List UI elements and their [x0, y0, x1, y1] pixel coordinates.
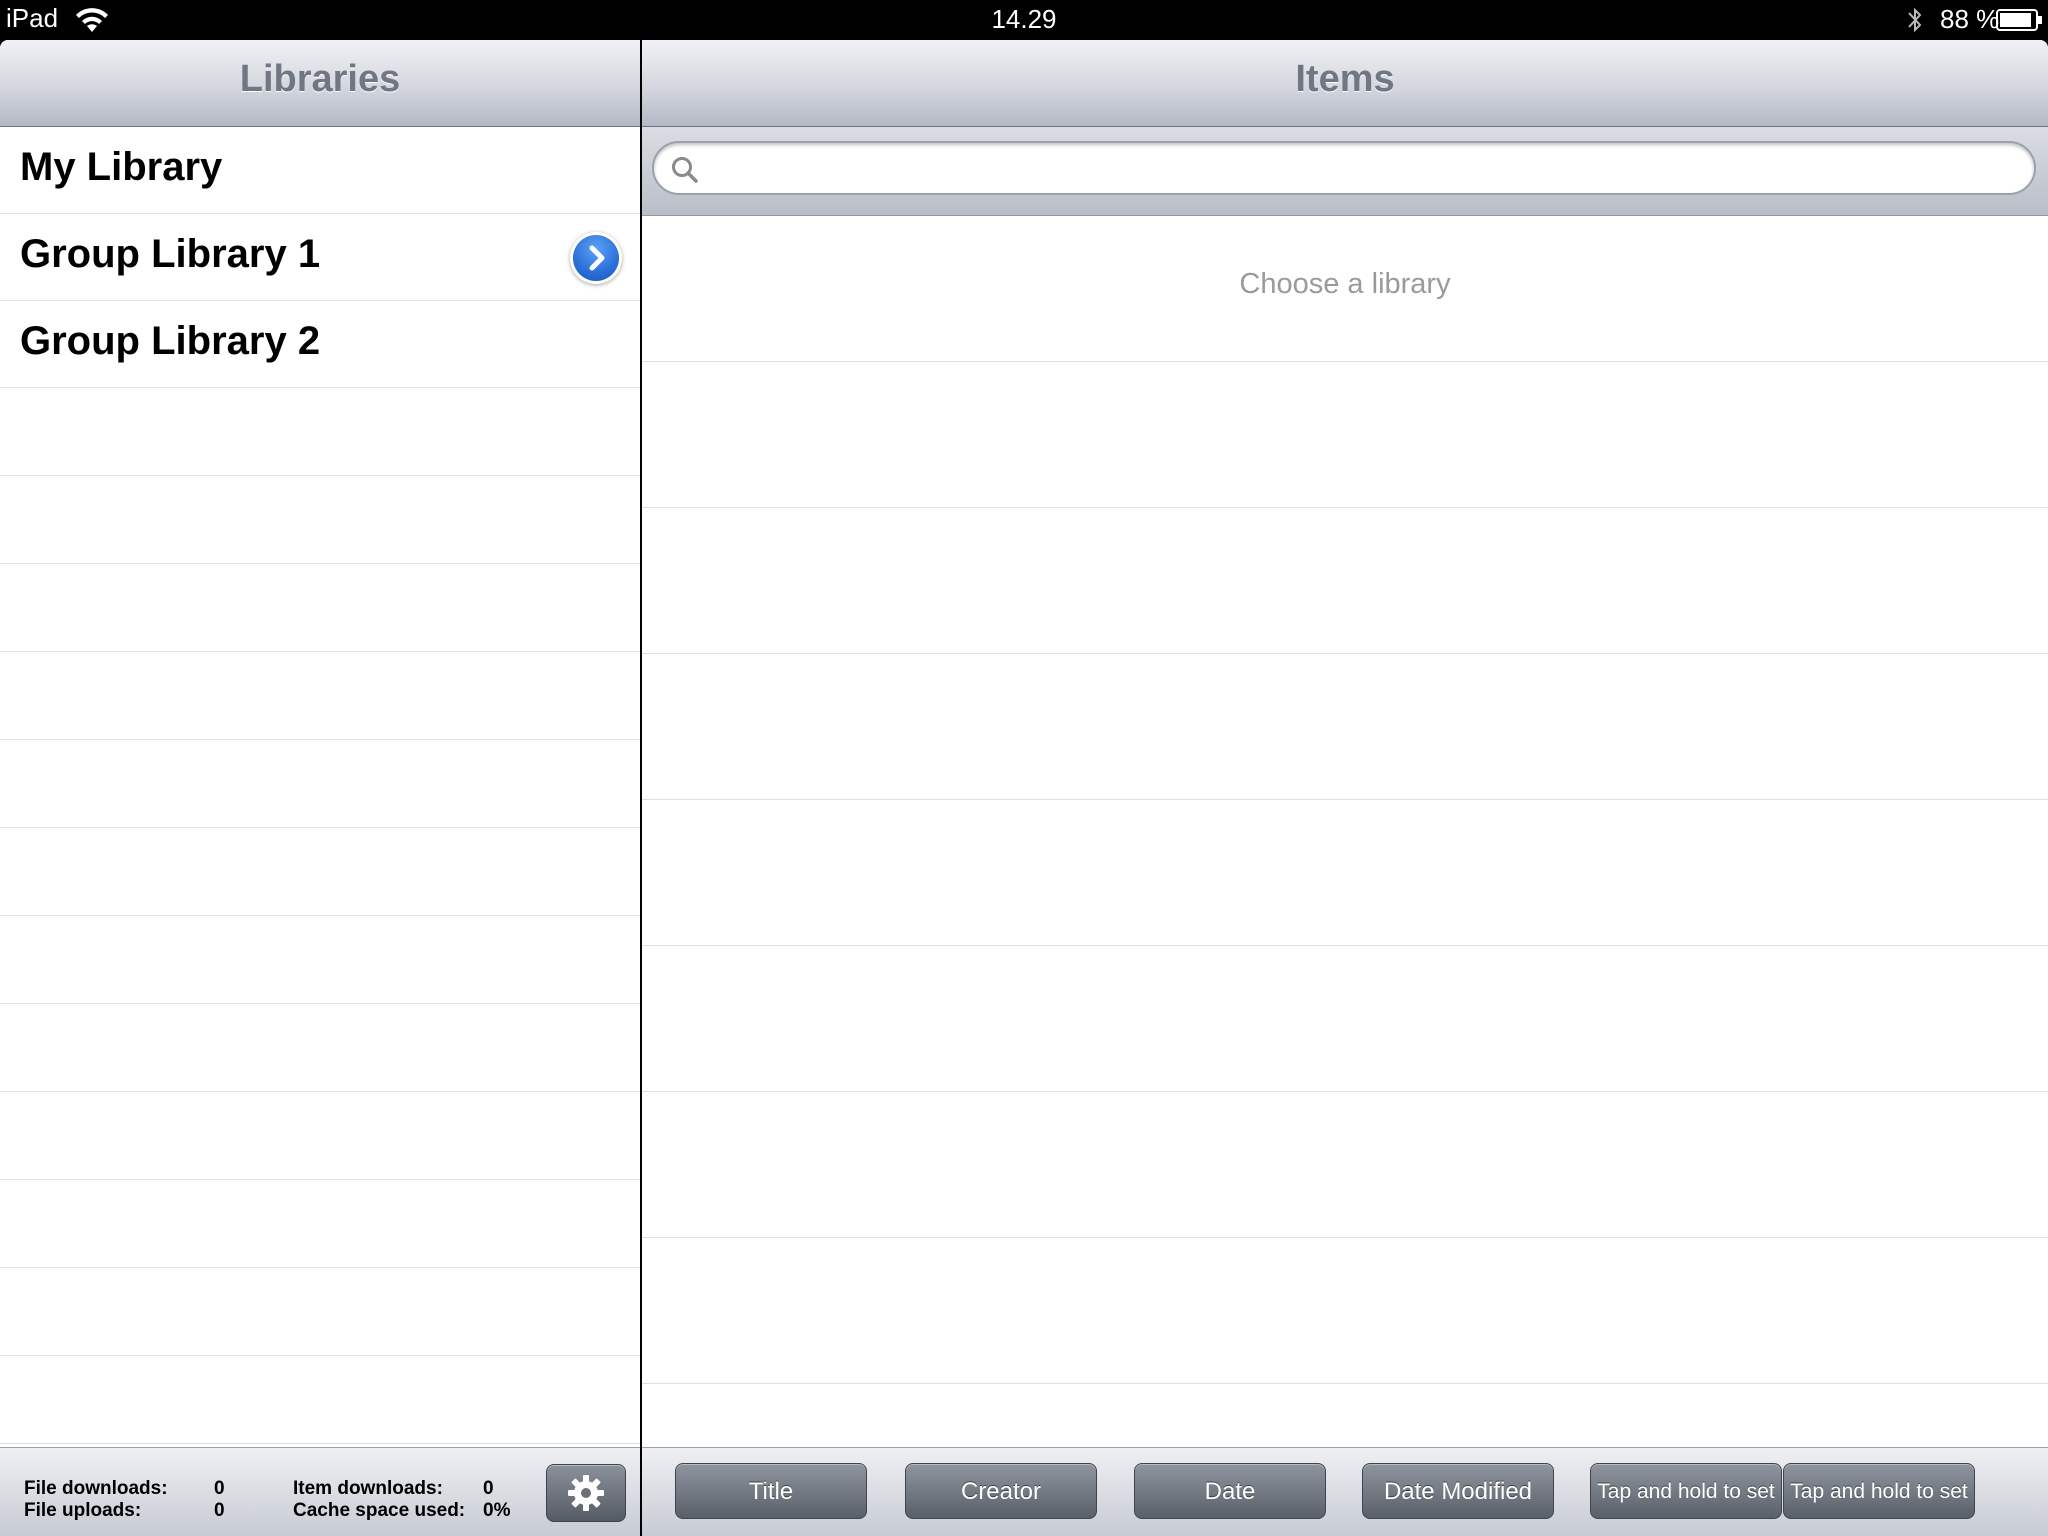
- sort-button-custom-2[interactable]: Tap and hold to set: [1783, 1463, 1975, 1519]
- library-item-group-library-1[interactable]: Group Library 1: [0, 214, 640, 301]
- sort-button-title[interactable]: Title: [675, 1463, 867, 1519]
- empty-row: [0, 916, 640, 1004]
- empty-row: [642, 1092, 2048, 1238]
- battery-percent: 88 %: [1940, 4, 2000, 34]
- item-downloads-value: 0: [483, 1478, 494, 1499]
- battery-icon: [1996, 9, 2042, 31]
- library-item-my-library[interactable]: My Library: [0, 127, 640, 214]
- settings-button[interactable]: [546, 1464, 626, 1522]
- libraries-toolbar: File downloads: 0 File uploads: 0 Item d…: [0, 1447, 640, 1536]
- empty-row: [0, 1180, 640, 1268]
- empty-row: [0, 1092, 640, 1180]
- empty-row: [642, 1238, 2048, 1384]
- library-label: My Library: [20, 145, 223, 189]
- items-list: Choose a library: [642, 216, 2048, 1384]
- empty-row: [642, 508, 2048, 654]
- sort-button-date-modified[interactable]: Date Modified: [1362, 1463, 1554, 1519]
- library-list: My Library Group Library 1 Group Library…: [0, 127, 640, 1444]
- gear-icon: [568, 1475, 604, 1511]
- file-downloads-value: 0: [214, 1478, 225, 1499]
- empty-state-row: Choose a library: [642, 216, 2048, 362]
- empty-row: [642, 362, 2048, 508]
- libraries-title: Libraries: [239, 58, 401, 100]
- search-input[interactable]: [710, 149, 2014, 191]
- sort-button-creator[interactable]: Creator: [905, 1463, 1097, 1519]
- status-bar: iPad 14.29 88 %: [0, 0, 2048, 40]
- empty-row: [642, 946, 2048, 1092]
- empty-row: [0, 476, 640, 564]
- library-item-group-library-2[interactable]: Group Library 2: [0, 301, 640, 388]
- sort-button-date[interactable]: Date: [1134, 1463, 1326, 1519]
- empty-row: [642, 800, 2048, 946]
- item-stats: Item downloads: 0 Cache space used: 0%: [293, 1478, 523, 1522]
- clock: 14.29: [991, 4, 1057, 34]
- search-field[interactable]: [652, 141, 2036, 195]
- empty-row: [0, 1356, 640, 1444]
- libraries-navbar: Libraries: [0, 40, 640, 127]
- empty-row: [0, 828, 640, 916]
- cache-space-value: 0%: [483, 1500, 511, 1521]
- item-downloads-label: Item downloads:: [293, 1478, 443, 1499]
- cache-space-label: Cache space used:: [293, 1500, 466, 1521]
- empty-message: Choose a library: [1239, 268, 1451, 300]
- empty-row: [0, 1268, 640, 1356]
- libraries-pane: Libraries My Library Group Library 1 Gro…: [0, 40, 640, 1536]
- empty-row: [0, 564, 640, 652]
- sort-toolbar: Title Creator Date Date Modified Tap and…: [642, 1447, 2048, 1536]
- empty-row: [0, 740, 640, 828]
- empty-row: [0, 388, 640, 476]
- empty-row: [0, 1004, 640, 1092]
- file-uploads-value: 0: [214, 1500, 225, 1521]
- library-label: Group Library 2: [20, 319, 321, 363]
- search-icon: [672, 157, 698, 183]
- file-uploads-label: File uploads:: [24, 1500, 142, 1521]
- empty-row: [642, 654, 2048, 800]
- chevron-right-icon[interactable]: [573, 235, 619, 281]
- bluetooth-icon: [1908, 7, 1922, 33]
- sort-button-custom-1[interactable]: Tap and hold to set: [1590, 1463, 1782, 1519]
- library-label: Group Library 1: [20, 232, 321, 276]
- items-title: Items: [1295, 58, 1395, 100]
- file-stats: File downloads: 0 File uploads: 0: [24, 1478, 225, 1522]
- search-bar: [642, 127, 2048, 216]
- items-navbar: Items: [642, 40, 2048, 127]
- empty-row: [0, 652, 640, 740]
- file-downloads-label: File downloads:: [24, 1478, 168, 1499]
- items-pane: Items Choose a library Title Creator Dat…: [642, 40, 2048, 1536]
